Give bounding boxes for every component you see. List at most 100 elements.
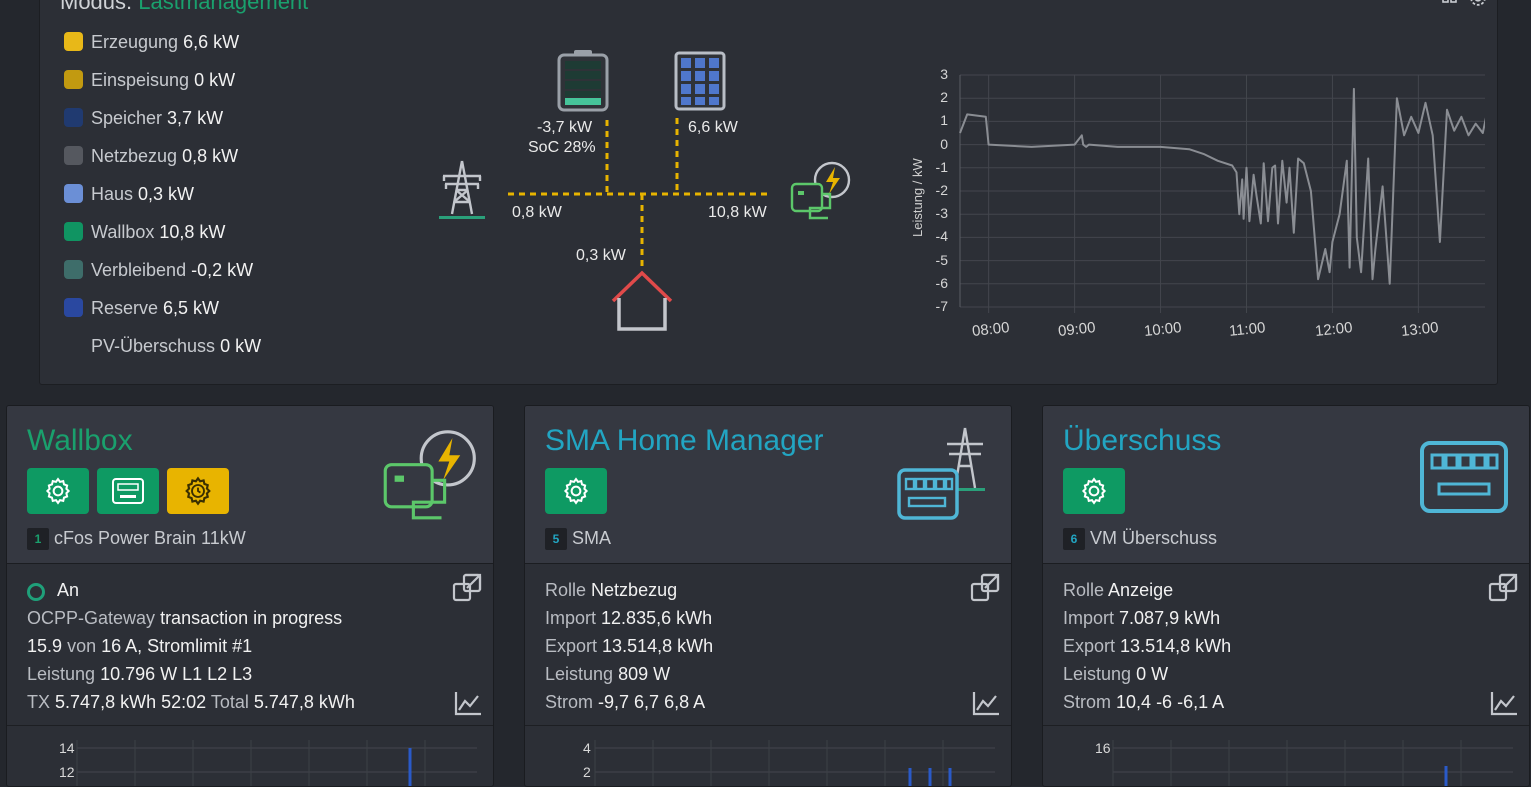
open-chart[interactable]: [453, 689, 483, 722]
pv-power-value: 6,6 kW: [688, 119, 738, 136]
open-details[interactable]: [451, 572, 483, 609]
legend-value: 0 kW: [220, 336, 262, 356]
open-details[interactable]: [1487, 572, 1519, 609]
info-value: 15.9: [27, 636, 63, 656]
card-title[interactable]: Überschuss: [1063, 424, 1221, 458]
info-row: Rolle Netzbezug: [545, 576, 713, 604]
chart-series-line: [959, 87, 1485, 285]
info-key: Import: [545, 608, 597, 628]
legend-swatch: [64, 260, 83, 279]
legend-swatch: [64, 298, 83, 317]
panel-tools: [1441, 0, 1489, 9]
info-key: Import: [1063, 608, 1115, 628]
info-key: von: [67, 636, 97, 656]
info-key: Total: [210, 692, 249, 712]
legend-swatch: [64, 32, 83, 51]
chart-y-tick-label: -7: [935, 298, 948, 314]
chart-y-tick-label: -3: [935, 205, 948, 222]
info-key: Strom: [1063, 692, 1112, 712]
legend-value: 0 kW: [194, 70, 236, 90]
info-row: Import 7.087,9 kWh: [1063, 604, 1231, 632]
open-external-icon[interactable]: [451, 572, 483, 604]
card-actions: [545, 468, 607, 514]
grid-power-value: 0,8 kW: [512, 204, 562, 221]
legend-label-text: Einspeisung: [91, 70, 195, 90]
device-card: Wallbox 1 cFos Power Brain 11kW An OCPP-Gate…: [6, 405, 494, 787]
legend-label: Speicher 3,7 kW: [91, 108, 223, 129]
legend-label-text: Wallbox: [91, 222, 160, 242]
open-details[interactable]: [969, 572, 1001, 609]
open-chart[interactable]: [971, 689, 1001, 722]
chart-y-tick-label: 0: [940, 135, 948, 152]
chart-y-tick-label: -6: [935, 274, 948, 291]
card-title[interactable]: SMA Home Manager: [545, 424, 823, 458]
info-row: Rolle Anzeige: [1063, 576, 1231, 604]
device-line: 1 cFos Power Brain 11kW: [27, 528, 246, 550]
scheduled-settings-icon: [185, 476, 211, 506]
card-info: An OCPP-Gateway transaction in progress 1…: [27, 576, 355, 716]
info-value: 12.835,6 kWh: [601, 608, 713, 628]
mini-chart: 14 12: [7, 726, 493, 786]
device-id-badge: 1: [27, 528, 49, 550]
chart-trend-icon[interactable]: [971, 689, 1001, 717]
info-key: Leistung: [545, 664, 614, 684]
chart-trend-icon[interactable]: [1489, 689, 1519, 717]
open-chart[interactable]: [1489, 689, 1519, 722]
battery-power-value: -3,7 kW: [537, 119, 593, 136]
info-row: OCPP-Gateway transaction in progress: [27, 604, 355, 632]
info-value: 5.747,8 kWh 52:02: [55, 692, 207, 712]
info-value: 13.514,8 kWh: [1120, 636, 1232, 656]
info-value: 7.087,9 kWh: [1119, 608, 1221, 628]
chart-trend-icon[interactable]: [453, 689, 483, 717]
info-key: Export: [1063, 636, 1116, 656]
gear-icon: [45, 477, 71, 505]
schedule-button[interactable]: [167, 468, 229, 514]
mini-chart-tick: 2: [583, 764, 591, 780]
gear-icon[interactable]: [1467, 0, 1489, 9]
mini-chart-grid: [1112, 740, 1513, 786]
legend-label-text: Verbleibend: [91, 260, 192, 280]
info-row: 15.9 von 16 A, Stromlimit #1: [27, 632, 355, 660]
solar-panel-icon: [674, 51, 726, 111]
info-key: Leistung: [27, 664, 96, 684]
meter-button[interactable]: [97, 468, 159, 514]
mini-chart-tick: 4: [583, 740, 591, 756]
open-external-icon[interactable]: [1487, 572, 1519, 604]
legend-label-text: Speicher: [91, 108, 168, 128]
card-actions: [1063, 468, 1125, 514]
card-header: Überschuss 6 VM Überschuss: [1043, 406, 1529, 564]
legend-swatch: [64, 146, 83, 165]
legend-value: 6,5 kW: [163, 298, 220, 318]
settings-button[interactable]: [27, 468, 89, 514]
legend-value: 10,8 kW: [159, 222, 226, 242]
info-value: Anzeige: [1108, 580, 1174, 600]
info-row: Export 13.514,8 kWh: [1063, 632, 1231, 660]
info-key: OCPP-Gateway: [27, 608, 156, 628]
legend-label-text: Erzeugung: [91, 32, 184, 52]
device-line: 5 SMA: [545, 528, 611, 550]
device-name: VM Überschuss: [1090, 528, 1218, 548]
mini-chart-tick: 16: [1095, 740, 1111, 756]
info-value: transaction in progress: [160, 608, 343, 628]
open-external-icon[interactable]: [969, 572, 1001, 604]
chart-plot: [959, 74, 1485, 313]
settings-button[interactable]: [545, 468, 607, 514]
battery-soc-value: SoC 28%: [528, 139, 596, 156]
layout-grid-icon[interactable]: [1441, 0, 1459, 5]
house-power-value: 0,3 kW: [576, 247, 626, 264]
power-pylon-icon: [439, 160, 485, 219]
info-row: Leistung 0 W: [1063, 660, 1231, 688]
info-row: Export 13.514,8 kWh: [545, 632, 713, 660]
legend-label: Haus 0,3 kW: [91, 184, 194, 205]
card-header: Wallbox 1 cFos Power Brain 11kW: [7, 406, 493, 564]
card-title[interactable]: Wallbox: [27, 424, 133, 458]
info-row: TX 5.747,8 kWh 52:02 Total 5.747,8 kWh: [27, 688, 355, 716]
mode-value: Lastmanagement: [138, 0, 309, 14]
settings-button[interactable]: [1063, 468, 1125, 514]
chart-y-tick-label: -2: [935, 182, 948, 198]
mini-chart-grid: [76, 740, 477, 786]
legend-label: Netzbezug 0,8 kW: [91, 146, 238, 167]
mode-label: Modus:: [60, 0, 133, 14]
info-key: Rolle: [545, 580, 587, 600]
grid-meter-icon: [897, 427, 985, 520]
